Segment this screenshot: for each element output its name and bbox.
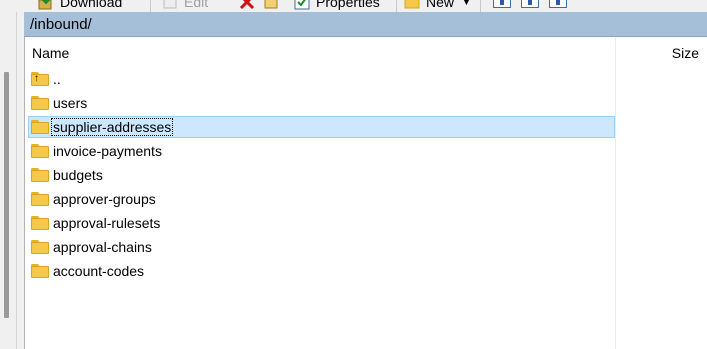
file-list-panel: Name Size ↑ .. users supplier-addresses … — [24, 37, 707, 349]
list-item[interactable]: users — [25, 91, 707, 115]
list-item[interactable]: budgets — [25, 163, 707, 187]
column-size[interactable]: Size — [672, 45, 699, 61]
row-label: .. — [53, 71, 61, 87]
folder-icon — [31, 264, 49, 278]
parent-folder-icon: ↑ — [31, 72, 49, 86]
properties-label: Properties — [316, 0, 380, 10]
rename-button[interactable] — [263, 0, 285, 11]
column-header: Name Size — [25, 37, 707, 69]
row-label: approval-rulesets — [53, 215, 161, 231]
current-path: /inbound/ — [30, 15, 92, 33]
delete-icon — [239, 0, 255, 10]
toolbar: Download Edit Properties New ▼ — [0, 0, 707, 12]
toggle-button[interactable] — [521, 0, 539, 8]
folder-icon — [31, 144, 49, 158]
list-item[interactable]: approval-chains — [25, 235, 707, 259]
list-item[interactable]: invoice-payments — [25, 139, 707, 163]
list-item[interactable]: account-codes — [25, 259, 707, 283]
list-item[interactable]: approval-rulesets — [25, 211, 707, 235]
row-label: approval-chains — [53, 239, 152, 255]
parent-directory-row[interactable]: ↑ .. — [25, 67, 707, 91]
pane-divider[interactable] — [16, 12, 17, 349]
row-label: approver-groups — [53, 191, 156, 207]
left-scrollbar[interactable] — [4, 72, 9, 318]
toolbar-separator — [480, 0, 481, 12]
properties-button[interactable]: Properties — [294, 0, 380, 11]
folder-icon — [31, 96, 49, 110]
folder-icon — [31, 168, 49, 182]
new-label: New — [426, 0, 455, 10]
edit-button[interactable]: Edit — [162, 0, 208, 11]
row-label: account-codes — [53, 263, 145, 279]
filter-button[interactable] — [549, 0, 567, 8]
list-item-selected[interactable]: supplier-addresses — [25, 115, 707, 139]
edit-icon — [162, 0, 178, 10]
edit-label: Edit — [184, 0, 209, 10]
folder-icon — [31, 120, 49, 134]
row-label: budgets — [53, 167, 103, 183]
toolbar-separator — [396, 0, 397, 12]
row-label: supplier-addresses — [50, 118, 174, 136]
rename-icon — [263, 0, 279, 10]
delete-button[interactable] — [239, 0, 261, 11]
toggle-button[interactable] — [493, 0, 511, 8]
folder-icon — [31, 240, 49, 254]
download-label: Download — [60, 0, 123, 10]
new-folder-icon — [404, 0, 420, 10]
properties-icon — [294, 0, 310, 10]
left-pane-edge — [0, 12, 24, 349]
download-button[interactable]: Download — [38, 0, 122, 11]
chevron-down-icon: ▼ — [462, 0, 471, 7]
download-icon — [38, 0, 54, 10]
folder-icon — [31, 216, 49, 230]
new-button[interactable]: New ▼ — [404, 0, 471, 11]
file-list: ↑ .. users supplier-addresses invoice-pa… — [25, 67, 707, 283]
list-item[interactable]: approver-groups — [25, 187, 707, 211]
folder-icon — [31, 192, 49, 206]
path-bar: /inbound/ — [24, 12, 707, 37]
row-label: invoice-payments — [53, 143, 162, 159]
row-label: users — [53, 95, 88, 111]
toolbar-separator — [150, 0, 151, 12]
column-name[interactable]: Name — [32, 45, 69, 61]
